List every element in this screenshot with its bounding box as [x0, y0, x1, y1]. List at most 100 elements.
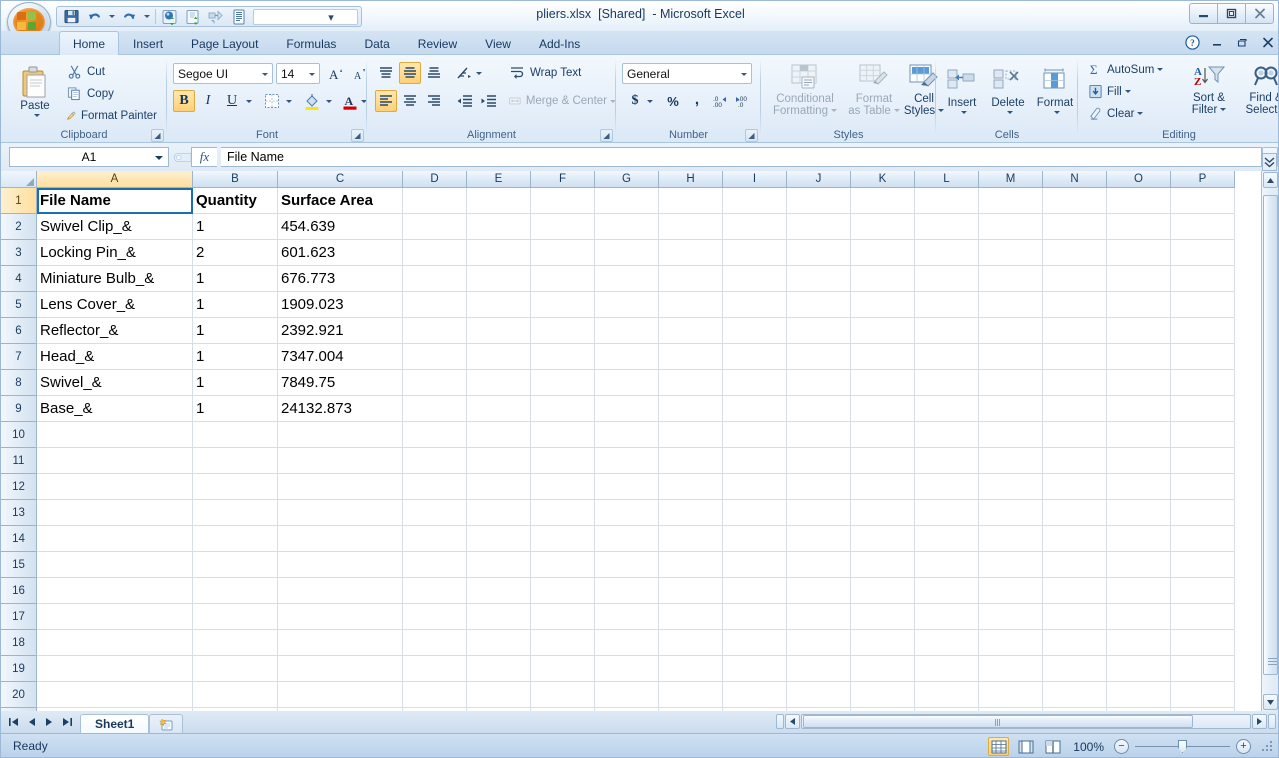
cell-F7[interactable]: [531, 344, 595, 370]
cell-E20[interactable]: [467, 682, 531, 708]
cell-J15[interactable]: [787, 552, 851, 578]
cell-K7[interactable]: [851, 344, 915, 370]
column-header-m[interactable]: M: [979, 171, 1043, 188]
cell-I10[interactable]: [723, 422, 787, 448]
push-data-icon[interactable]: [205, 7, 227, 26]
cell-G15[interactable]: [595, 552, 659, 578]
redo-dropdown-icon[interactable]: [141, 7, 152, 26]
cell-E12[interactable]: [467, 474, 531, 500]
cell-E16[interactable]: [467, 578, 531, 604]
cell-O2[interactable]: [1107, 214, 1171, 240]
row-header-6[interactable]: 6: [1, 318, 37, 344]
column-header-c[interactable]: C: [278, 171, 403, 188]
cell-I9[interactable]: [723, 396, 787, 422]
cell-L3[interactable]: [915, 240, 979, 266]
cell-G1[interactable]: [595, 188, 659, 214]
orientation-dropdown-icon[interactable]: [473, 62, 485, 84]
cell-O10[interactable]: [1107, 422, 1171, 448]
row-header-15[interactable]: 15: [1, 552, 37, 578]
column-header-k[interactable]: K: [851, 171, 915, 188]
insert-cells-dropdown-icon[interactable]: [961, 111, 967, 114]
cell-M4[interactable]: [979, 266, 1043, 292]
row-header-18[interactable]: 18: [1, 630, 37, 656]
italic-button[interactable]: I: [197, 90, 219, 112]
cell-P16[interactable]: [1171, 578, 1235, 604]
cell-J20[interactable]: [787, 682, 851, 708]
cell-I16[interactable]: [723, 578, 787, 604]
zoom-level-label[interactable]: 100%: [1073, 740, 1104, 754]
number-dialog-launcher[interactable]: ◢: [745, 129, 758, 142]
row-header-5[interactable]: 5: [1, 292, 37, 318]
cell-H13[interactable]: [659, 500, 723, 526]
cell-E7[interactable]: [467, 344, 531, 370]
cell-P1[interactable]: [1171, 188, 1235, 214]
cell-M17[interactable]: [979, 604, 1043, 630]
row-header-16[interactable]: 16: [1, 578, 37, 604]
cell-G19[interactable]: [595, 656, 659, 682]
cell-J10[interactable]: [787, 422, 851, 448]
borders-dropdown-icon[interactable]: [283, 90, 295, 112]
cell-O11[interactable]: [1107, 448, 1171, 474]
cell-C1[interactable]: Surface Area: [278, 188, 403, 214]
cell-K8[interactable]: [851, 370, 915, 396]
alignment-dialog-launcher[interactable]: ◢: [600, 129, 613, 142]
cell-K9[interactable]: [851, 396, 915, 422]
cell-D13[interactable]: [403, 500, 467, 526]
cell-I11[interactable]: [723, 448, 787, 474]
cell-A8[interactable]: Swivel_&: [37, 370, 193, 396]
cell-A13[interactable]: [37, 500, 193, 526]
format-as-table-button[interactable]: Format as Table: [846, 59, 902, 121]
copy-button[interactable]: Copy: [63, 84, 161, 103]
cell-D6[interactable]: [403, 318, 467, 344]
cell-F19[interactable]: [531, 656, 595, 682]
cell-N20[interactable]: [1043, 682, 1107, 708]
cell-P2[interactable]: [1171, 214, 1235, 240]
cell-K11[interactable]: [851, 448, 915, 474]
cell-N6[interactable]: [1043, 318, 1107, 344]
cell-M1[interactable]: [979, 188, 1043, 214]
cell-A18[interactable]: [37, 630, 193, 656]
cell-I15[interactable]: [723, 552, 787, 578]
cell-J17[interactable]: [787, 604, 851, 630]
increase-indent-button[interactable]: [477, 90, 499, 112]
update-sheet-icon[interactable]: [182, 7, 204, 26]
cell-C4[interactable]: 676.773: [278, 266, 403, 292]
row-header-17[interactable]: 17: [1, 604, 37, 630]
cell-D3[interactable]: [403, 240, 467, 266]
cell-K19[interactable]: [851, 656, 915, 682]
cell-A9[interactable]: Base_&: [37, 396, 193, 422]
cell-F1[interactable]: [531, 188, 595, 214]
bold-button[interactable]: B: [173, 90, 195, 112]
cell-J18[interactable]: [787, 630, 851, 656]
cell-A5[interactable]: Lens Cover_&: [37, 292, 193, 318]
cell-O3[interactable]: [1107, 240, 1171, 266]
column-header-l[interactable]: L: [915, 171, 979, 188]
cell-L8[interactable]: [915, 370, 979, 396]
vertical-scroll-thumb[interactable]: [1263, 195, 1278, 675]
cell-I4[interactable]: [723, 266, 787, 292]
number-format-dropdown-icon[interactable]: [741, 64, 747, 85]
cell-A11[interactable]: [37, 448, 193, 474]
row-header-4[interactable]: 4: [1, 266, 37, 292]
cell-C5[interactable]: 1909.023: [278, 292, 403, 318]
cell-L14[interactable]: [915, 526, 979, 552]
redo-icon[interactable]: [118, 7, 140, 26]
column-header-n[interactable]: N: [1043, 171, 1107, 188]
cell-J2[interactable]: [787, 214, 851, 240]
cell-K10[interactable]: [851, 422, 915, 448]
scroll-left-button[interactable]: [785, 714, 800, 729]
orientation-button[interactable]: [453, 62, 475, 84]
cell-M13[interactable]: [979, 500, 1043, 526]
cell-I17[interactable]: [723, 604, 787, 630]
format-cells-button[interactable]: Format: [1032, 59, 1078, 121]
cell-I1[interactable]: [723, 188, 787, 214]
cell-H20[interactable]: [659, 682, 723, 708]
column-header-b[interactable]: B: [193, 171, 278, 188]
cell-B2[interactable]: 1: [193, 214, 278, 240]
cell-L9[interactable]: [915, 396, 979, 422]
cell-D12[interactable]: [403, 474, 467, 500]
cell-F3[interactable]: [531, 240, 595, 266]
cell-B10[interactable]: [193, 422, 278, 448]
cell-J9[interactable]: [787, 396, 851, 422]
last-sheet-icon[interactable]: [59, 714, 76, 731]
